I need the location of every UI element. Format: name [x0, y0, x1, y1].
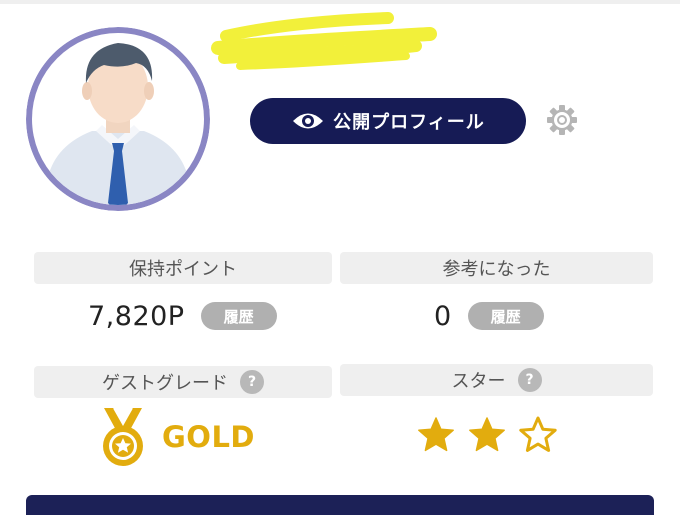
star-label-box: スター ? [340, 364, 653, 396]
redacted-username [210, 8, 440, 78]
gold-medal-icon [103, 407, 143, 466]
helpful-label-box: 参考になった [340, 252, 653, 284]
person-avatar-icon [26, 27, 210, 211]
public-profile-button[interactable]: 公開プロフィール [250, 98, 526, 144]
star-help-icon[interactable]: ? [517, 368, 542, 392]
gear-icon[interactable] [546, 104, 578, 136]
star-empty-icon [519, 416, 557, 452]
public-profile-label: 公開プロフィール [333, 112, 485, 133]
points-label-box: 保持ポイント [34, 252, 332, 284]
guest-grade-value: GOLD [162, 420, 256, 454]
helpful-label: 参考になった [442, 259, 551, 280]
points-label: 保持ポイント [129, 259, 237, 280]
top-divider [0, 0, 680, 4]
star-filled-icon [418, 417, 454, 452]
star-filled-icon [469, 417, 505, 452]
points-value-row: 7,820P 履歴 [88, 296, 277, 336]
helpful-history-button[interactable]: 履歴 [467, 302, 544, 330]
guest-grade-help-icon[interactable]: ? [240, 370, 264, 394]
guest-grade-value-row: GOLD [100, 404, 255, 470]
points-history-button[interactable]: 履歴 [200, 302, 277, 330]
helpful-value: 0 [434, 300, 452, 332]
avatar[interactable] [26, 27, 210, 211]
star-label: スター [451, 371, 506, 392]
eye-icon [291, 110, 325, 132]
guest-grade-label: ゲストグレード [102, 373, 228, 394]
guest-grade-label-box: ゲストグレード ? [34, 366, 332, 398]
helpful-value-row: 0 履歴 [434, 296, 544, 336]
points-value: 7,820P [88, 300, 185, 332]
star-rating [416, 414, 569, 456]
bottom-bar [26, 495, 654, 515]
